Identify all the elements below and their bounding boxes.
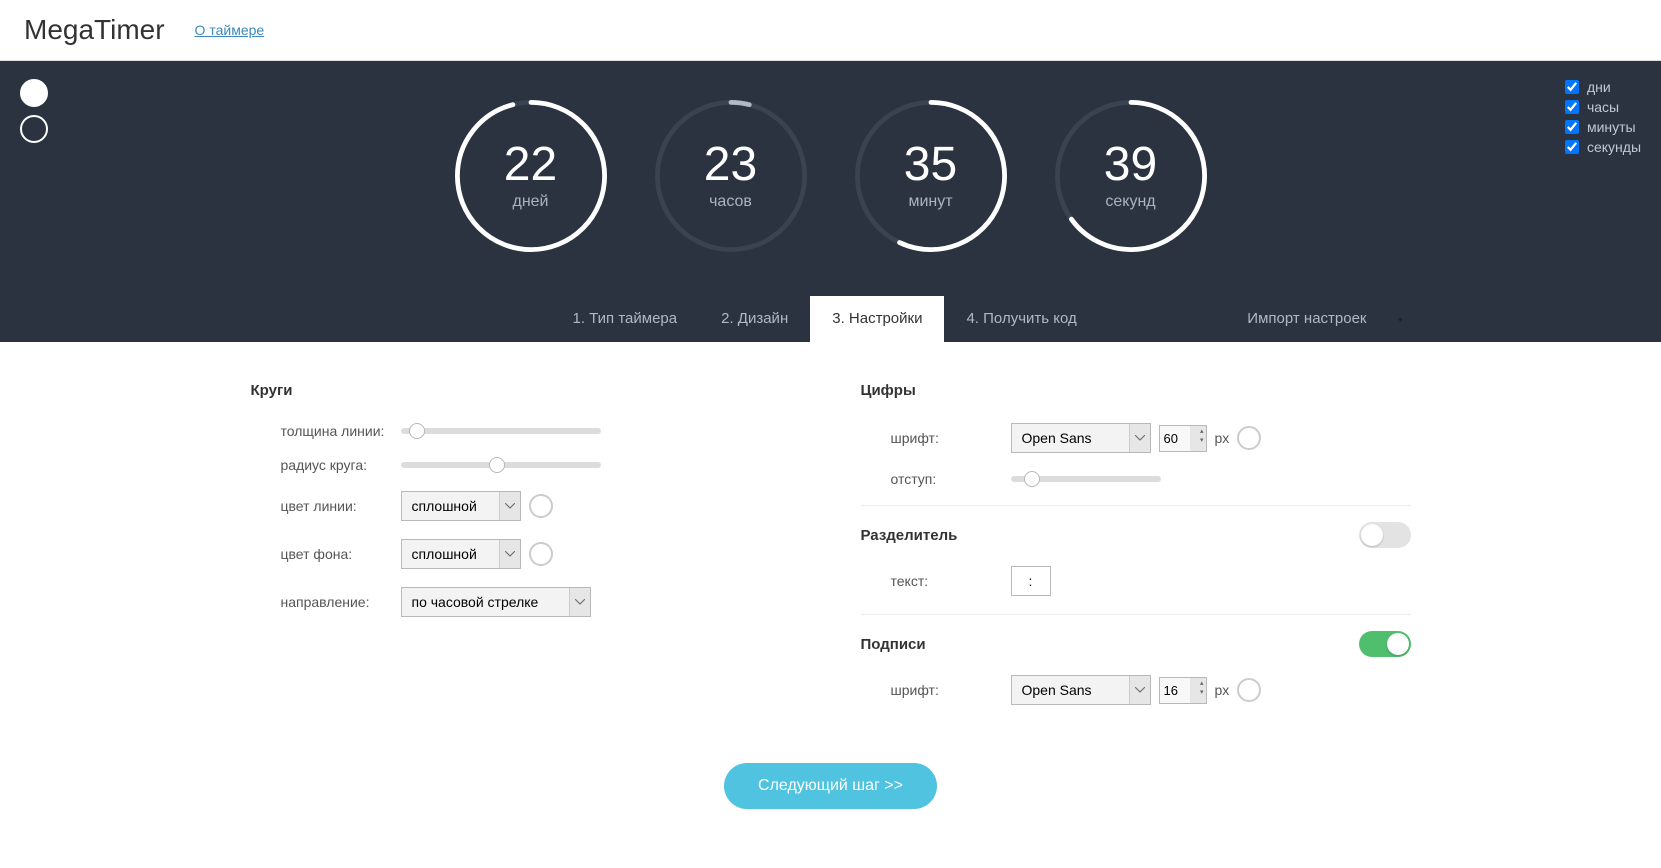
tab-code[interactable]: 4. Получить код	[944, 296, 1098, 342]
slider-offset[interactable]	[1011, 476, 1161, 482]
slider-line-width[interactable]	[401, 428, 601, 434]
about-link[interactable]: О таймере	[195, 22, 265, 38]
tab-settings[interactable]: 3. Настройки	[810, 296, 944, 342]
input-labels-size[interactable]	[1159, 677, 1207, 704]
input-divider-text[interactable]	[1011, 566, 1051, 596]
checkbox-hours[interactable]: часы	[1565, 99, 1641, 115]
theme-light-swatch[interactable]	[20, 79, 48, 107]
unit-px-2: px	[1215, 682, 1230, 698]
checkbox-minutes[interactable]: минуты	[1565, 119, 1641, 135]
slider-radius[interactable]	[401, 462, 601, 468]
label-line-width: толщина линии:	[251, 423, 401, 439]
select-direction[interactable]: по часовой стрелке	[401, 587, 591, 617]
checkbox-seconds-label: секунды	[1587, 139, 1641, 155]
app-logo: MegaTimer	[24, 14, 165, 46]
label-direction: направление:	[251, 594, 401, 610]
timer-preview: дни часы минуты секунды 22 дней 23 часов…	[0, 61, 1661, 342]
ring-seconds: 39 секунд	[1051, 96, 1211, 256]
labels-color-swatch[interactable]	[1237, 678, 1261, 702]
input-digits-size[interactable]	[1159, 425, 1207, 452]
toggle-labels[interactable]	[1359, 631, 1411, 657]
line-color-swatch[interactable]	[529, 494, 553, 518]
digits-color-swatch[interactable]	[1237, 426, 1261, 450]
pin-icon[interactable]	[1389, 296, 1411, 342]
tab-type[interactable]: 1. Тип таймера	[551, 296, 700, 342]
tab-design[interactable]: 2. Дизайн	[699, 296, 810, 342]
label-line-color: цвет линии:	[251, 498, 401, 514]
next-step-button[interactable]: Следующий шаг >>	[724, 763, 937, 809]
checkbox-seconds[interactable]: секунды	[1565, 139, 1641, 155]
checkbox-hours-label: часы	[1587, 99, 1619, 115]
label-digits-font: шрифт:	[861, 430, 1011, 446]
checkbox-days[interactable]: дни	[1565, 79, 1641, 95]
ring-minutes: 35 минут	[851, 96, 1011, 256]
unit-px-1: px	[1215, 430, 1230, 446]
label-bg-color: цвет фона:	[251, 546, 401, 562]
section-digits: Цифры	[861, 382, 1411, 399]
section-circles: Круги	[251, 382, 801, 399]
ring-hours: 23 часов	[651, 96, 811, 256]
import-settings-link[interactable]: Импорт настроек	[1225, 296, 1388, 342]
section-divider: Разделитель	[861, 527, 958, 544]
toggle-divider[interactable]	[1359, 522, 1411, 548]
label-divider-text: текст:	[861, 573, 1011, 589]
select-bg-color-mode[interactable]: сплошной	[401, 539, 521, 569]
select-digits-font[interactable]: Open Sans	[1011, 423, 1151, 453]
label-labels-font: шрифт:	[861, 682, 1011, 698]
bg-color-swatch[interactable]	[529, 542, 553, 566]
checkbox-days-label: дни	[1587, 79, 1611, 95]
select-labels-font[interactable]: Open Sans	[1011, 675, 1151, 705]
ring-days: 22 дней	[451, 96, 611, 256]
label-radius: радиус круга:	[251, 457, 401, 473]
select-line-color-mode[interactable]: сплошной	[401, 491, 521, 521]
theme-dark-swatch[interactable]	[20, 115, 48, 143]
label-offset: отступ:	[861, 471, 1011, 487]
checkbox-minutes-label: минуты	[1587, 119, 1636, 135]
section-labels: Подписи	[861, 636, 926, 653]
